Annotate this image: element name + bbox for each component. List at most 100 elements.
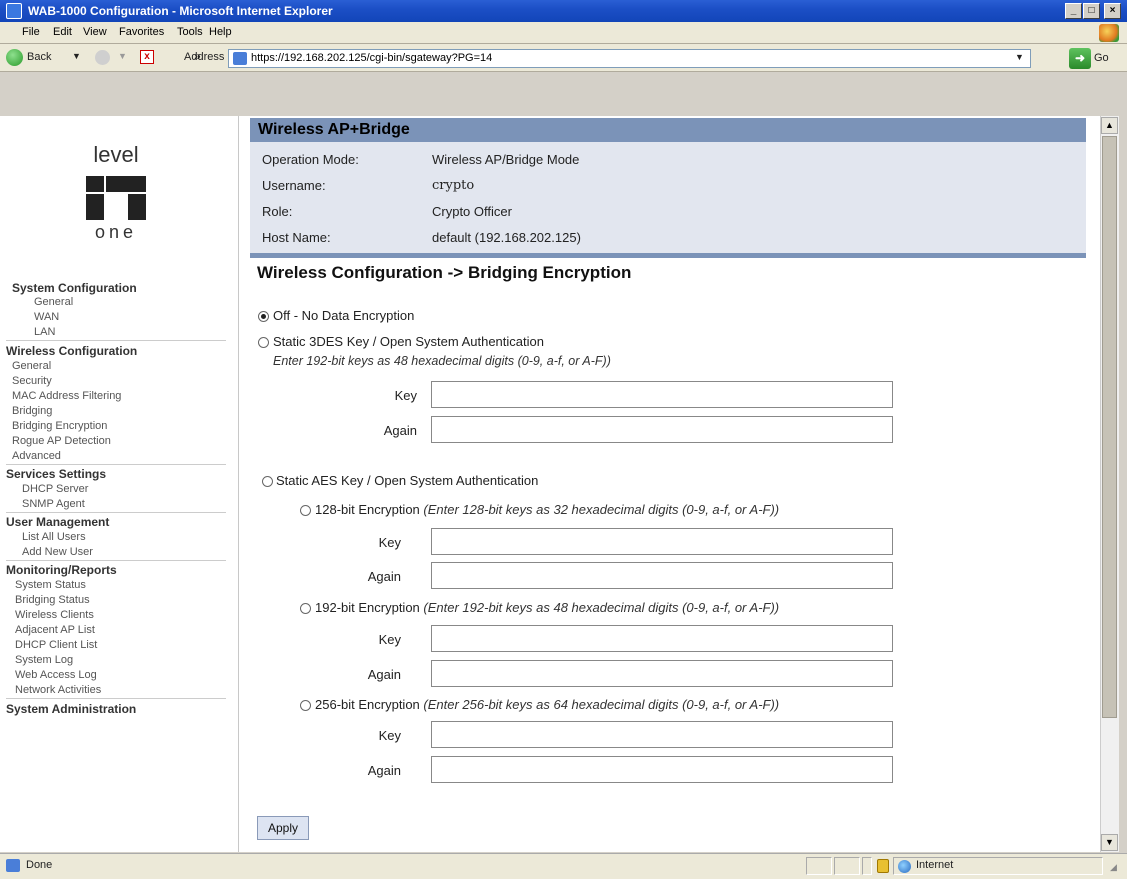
radio-aes-192[interactable] xyxy=(300,603,311,614)
back-arrow-icon[interactable] xyxy=(6,49,23,66)
forward-arrow-icon[interactable] xyxy=(95,50,110,65)
nav-item-system-status[interactable]: System Status xyxy=(15,579,86,591)
radio-aes-256[interactable] xyxy=(300,700,311,711)
scroll-down-icon[interactable]: ▼ xyxy=(1101,834,1118,851)
aes-192-key-input[interactable] xyxy=(431,625,893,652)
back-dropdown-icon[interactable]: ▼ xyxy=(72,51,81,61)
radio-aes-128[interactable] xyxy=(300,505,311,516)
role-value: Crypto Officer xyxy=(432,204,512,219)
minimize-button[interactable]: _ xyxy=(1065,3,1082,19)
nav-monitoring-reports[interactable]: Monitoring/Reports xyxy=(6,563,117,577)
username-value: crypto xyxy=(432,178,475,193)
nav-item-lan[interactable]: LAN xyxy=(34,326,55,338)
nav-item-wireless-clients[interactable]: Wireless Clients xyxy=(15,609,94,621)
back-button[interactable]: Back xyxy=(27,51,51,63)
nav-item-bridging-status[interactable]: Bridging Status xyxy=(15,594,90,606)
nav-divider xyxy=(6,512,226,513)
nav-item-rogue-ap[interactable]: Rogue AP Detection xyxy=(12,435,111,447)
3des-again-label: Again xyxy=(383,423,417,438)
radio-static-3des[interactable] xyxy=(258,337,269,348)
nav-item-dhcp-client-list[interactable]: DHCP Client List xyxy=(15,639,97,651)
logo-text-top: level xyxy=(93,142,138,167)
section-title: Wireless Configuration -> Bridging Encry… xyxy=(257,263,632,282)
address-label: Address xyxy=(184,51,225,63)
aes-192-label: 192-bit Encryption (Enter 192-bit keys a… xyxy=(315,600,780,615)
aes-192-hint: (Enter 192-bit keys as 48 hexadecimal di… xyxy=(423,600,780,615)
3des-key-input[interactable] xyxy=(431,381,893,408)
nav-item-security[interactable]: Security xyxy=(12,375,52,387)
maximize-button[interactable]: □ xyxy=(1083,3,1100,19)
address-input[interactable]: https://192.168.202.125/cgi-bin/sgateway… xyxy=(228,49,1031,68)
nav-item-web-access-log[interactable]: Web Access Log xyxy=(15,669,97,681)
ie-window-icon xyxy=(6,3,22,19)
forward-dropdown-icon[interactable]: ▼ xyxy=(118,51,127,61)
hostname-value: default (192.168.202.125) xyxy=(432,230,581,245)
3des-again-input[interactable] xyxy=(431,416,893,443)
aes-256-hint: (Enter 256-bit keys as 64 hexadecimal di… xyxy=(423,697,780,712)
nav-item-add-user[interactable]: Add New User xyxy=(22,546,93,558)
globe-icon xyxy=(898,860,911,873)
scroll-thumb[interactable] xyxy=(1102,136,1117,718)
resize-grip-icon[interactable]: ◢ xyxy=(1110,862,1117,873)
close-button[interactable]: × xyxy=(1104,3,1121,19)
aes-128-hint: (Enter 128-bit keys as 32 hexadecimal di… xyxy=(423,502,780,517)
nav-item-network-activities[interactable]: Network Activities xyxy=(15,684,101,696)
address-dropdown-icon[interactable]: ▼ xyxy=(1015,52,1024,62)
stop-icon[interactable]: x xyxy=(140,50,154,64)
aes-256-key-input[interactable] xyxy=(431,721,893,748)
nav-item-list-users[interactable]: List All Users xyxy=(22,531,86,543)
go-arrow-icon[interactable]: ➜ xyxy=(1069,48,1091,69)
aes-128-again-input[interactable] xyxy=(431,562,893,589)
zone-label: Internet xyxy=(916,859,954,871)
lock-icon[interactable] xyxy=(877,859,889,873)
radio-off[interactable] xyxy=(258,311,269,322)
operation-mode-value: Wireless AP/Bridge Mode xyxy=(432,152,580,167)
radio-static-aes[interactable] xyxy=(262,476,273,487)
nav-wireless-configuration[interactable]: Wireless Configuration xyxy=(6,344,137,358)
radio-static-aes-label: Static AES Key / Open System Authenticat… xyxy=(276,473,539,488)
aes-128-key-input[interactable] xyxy=(431,528,893,555)
aes-192-key-label: Key xyxy=(378,632,401,647)
aes-192-again-input[interactable] xyxy=(431,660,893,687)
aes-256-again-input[interactable] xyxy=(431,756,893,783)
nav-divider xyxy=(6,560,226,561)
nav-item-adjacent-ap[interactable]: Adjacent AP List xyxy=(15,624,95,636)
nav-item-advanced[interactable]: Advanced xyxy=(12,450,61,462)
status-cell xyxy=(834,857,860,875)
nav-system-configuration[interactable]: System Configuration xyxy=(12,281,137,295)
username-label: Username: xyxy=(262,178,326,193)
nav-item-general[interactable]: General xyxy=(34,296,73,308)
nav-item-snmp-agent[interactable]: SNMP Agent xyxy=(22,498,85,510)
operation-mode-label: Operation Mode: xyxy=(262,152,359,167)
nav-services-settings[interactable]: Services Settings xyxy=(6,467,106,481)
nav-item-dhcp-server[interactable]: DHCP Server xyxy=(22,483,88,495)
go-button[interactable]: Go xyxy=(1094,52,1109,64)
3des-hint: Enter 192-bit keys as 48 hexadecimal dig… xyxy=(273,354,611,368)
nav-user-management[interactable]: User Management xyxy=(6,515,109,529)
window-title-bar: WAB-1000 Configuration - Microsoft Inter… xyxy=(0,0,1127,22)
menu-file[interactable]: File xyxy=(22,26,40,38)
nav-item-mac-filtering[interactable]: MAC Address Filtering xyxy=(12,390,121,402)
aes-128-key-label: Key xyxy=(378,535,401,550)
status-text: Done xyxy=(26,859,53,871)
apply-button[interactable]: Apply xyxy=(257,816,309,840)
menu-help[interactable]: Help xyxy=(209,26,232,38)
nav-item-system-log[interactable]: System Log xyxy=(15,654,73,666)
nav-item-bridging[interactable]: Bridging xyxy=(12,405,52,417)
nav-divider xyxy=(6,464,226,465)
menu-view[interactable]: View xyxy=(83,26,107,38)
status-cell xyxy=(806,857,832,875)
role-label: Role: xyxy=(262,204,293,219)
page-icon xyxy=(233,52,247,65)
nav-item-wan[interactable]: WAN xyxy=(34,311,59,323)
menu-tools[interactable]: Tools xyxy=(177,26,203,38)
nav-item-bridging-encryption[interactable]: Bridging Encryption xyxy=(12,420,107,432)
menu-bar: File Edit View Favorites Tools Help xyxy=(0,22,1127,44)
menu-favorites[interactable]: Favorites xyxy=(119,26,164,38)
menu-edit[interactable]: Edit xyxy=(53,26,72,38)
status-cell xyxy=(862,857,872,875)
nav-divider xyxy=(6,340,226,341)
nav-system-administration[interactable]: System Administration xyxy=(6,702,136,716)
scroll-up-icon[interactable]: ▲ xyxy=(1101,117,1118,134)
nav-item-wireless-general[interactable]: General xyxy=(12,360,51,372)
